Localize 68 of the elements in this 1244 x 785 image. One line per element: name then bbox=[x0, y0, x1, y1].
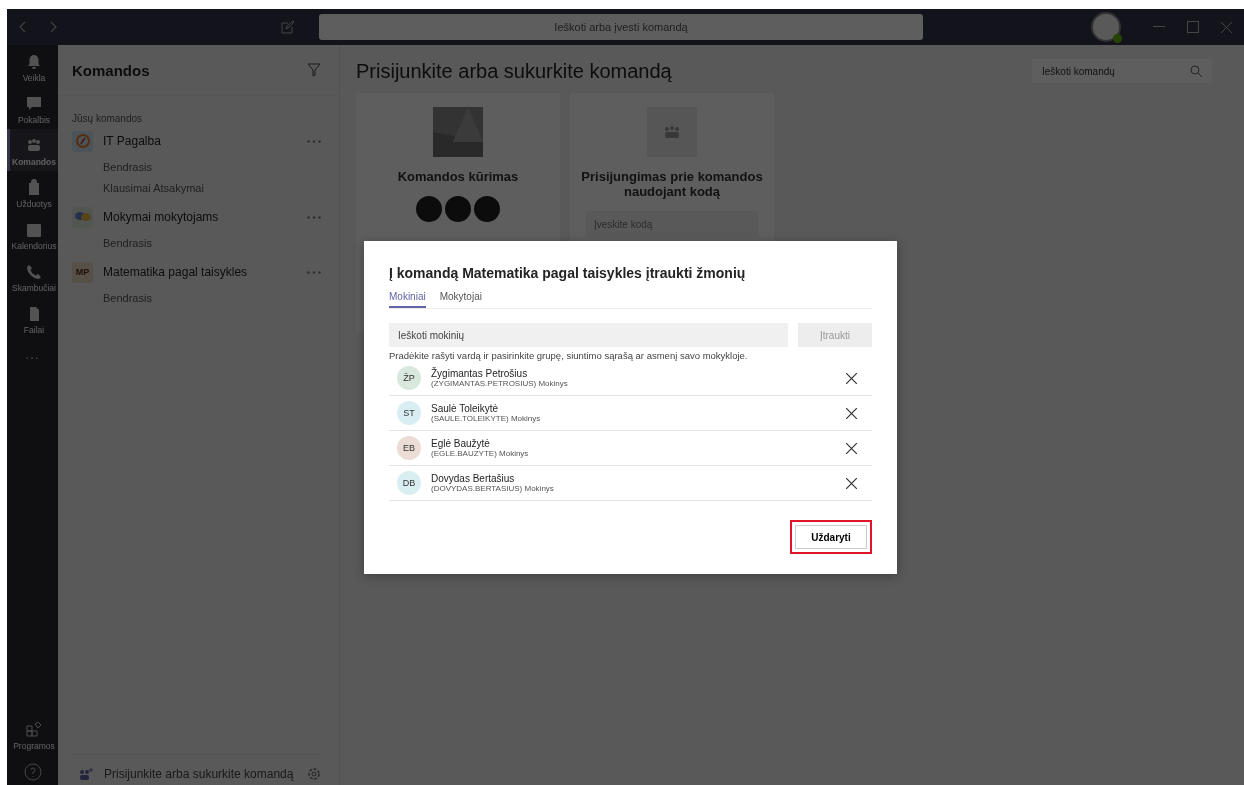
remove-icon[interactable] bbox=[846, 407, 857, 419]
person-name: Dovydas Bertašius bbox=[431, 473, 516, 484]
person-avatar: ST bbox=[397, 401, 421, 425]
teams-icon bbox=[647, 107, 697, 157]
tab[interactable]: Mokiniai bbox=[389, 291, 426, 308]
person-avatar: DB bbox=[397, 471, 421, 495]
maximize-icon[interactable] bbox=[1187, 21, 1199, 33]
compose-icon[interactable] bbox=[281, 20, 295, 34]
team-search-field[interactable]: Ieškoti komandų bbox=[1032, 59, 1212, 83]
chat-bubbles-icon bbox=[72, 206, 93, 228]
apps-icon bbox=[25, 721, 43, 739]
add-team-icon[interactable] bbox=[78, 768, 94, 780]
person-detail: (ZYGIMANTAS.PETROSIUS) Mokinys bbox=[431, 379, 569, 388]
remove-icon[interactable] bbox=[846, 372, 857, 384]
person-name: Saulė Toleikytė bbox=[431, 403, 500, 414]
more-options-icon[interactable] bbox=[307, 215, 321, 219]
person-name: Eglė Baužytė bbox=[431, 438, 491, 449]
person-avatar: EB bbox=[397, 436, 421, 460]
rail-item[interactable]: Komandos bbox=[7, 129, 58, 171]
help-icon[interactable] bbox=[23, 763, 42, 781]
back-icon[interactable] bbox=[19, 21, 27, 33]
phone-icon bbox=[25, 263, 43, 281]
page-title: Prisijunkite arba sukurkite komandą bbox=[356, 59, 672, 83]
forward-icon[interactable] bbox=[49, 21, 57, 33]
more-options-icon[interactable] bbox=[307, 139, 321, 143]
team-name[interactable]: Matematika pagal taisykles bbox=[103, 265, 297, 279]
rail-item[interactable]: Užduotys bbox=[7, 171, 58, 213]
search-icon[interactable] bbox=[1190, 65, 1202, 77]
rail-item[interactable]: Veikla bbox=[7, 45, 58, 87]
panel-title: Komandos bbox=[72, 61, 150, 79]
bell-icon bbox=[25, 53, 43, 71]
user-avatar[interactable] bbox=[1091, 12, 1121, 42]
close-icon[interactable] bbox=[1221, 21, 1232, 33]
remove-icon[interactable] bbox=[846, 477, 857, 489]
join-create-team-link[interactable]: Prisijunkite arba sukurkite komandą bbox=[104, 767, 297, 781]
person-name: Žygimantas Petrošius bbox=[431, 368, 529, 379]
minimize-icon[interactable] bbox=[1153, 26, 1165, 28]
team-name[interactable]: Mokymai mokytojams bbox=[103, 210, 297, 224]
chat-icon bbox=[25, 95, 43, 113]
team-initials: MP bbox=[72, 261, 93, 283]
channel-item[interactable]: Klausimai Atsakymai bbox=[72, 182, 321, 194]
settings-icon[interactable] bbox=[307, 767, 321, 781]
compass-icon bbox=[72, 130, 93, 152]
rail-item[interactable]: Failai bbox=[7, 297, 58, 339]
channel-item[interactable]: Bendrasis bbox=[72, 292, 321, 304]
tab[interactable]: Mokytojai bbox=[439, 291, 482, 308]
student-search-field[interactable]: Ieškoti mokinių bbox=[389, 323, 788, 347]
channel-item[interactable]: Bendrasis bbox=[72, 161, 321, 173]
filter-icon[interactable] bbox=[307, 63, 321, 77]
person-detail: (SAULE.TOLEIKYTE) Mokinys bbox=[431, 414, 542, 423]
card-title: Prisijungimas prie komandos naudojant kodą bbox=[580, 169, 764, 199]
person-avatar: ŽP bbox=[397, 366, 421, 390]
team-name[interactable]: IT Pagalba bbox=[103, 134, 297, 148]
remove-icon[interactable] bbox=[846, 442, 857, 454]
close-button[interactable]: Uždaryti bbox=[795, 525, 867, 549]
person-detail: (EGLE.BAUZYTE) Mokinys bbox=[431, 449, 530, 458]
calendar-icon bbox=[25, 221, 43, 239]
command-search-field[interactable]: Ieškoti arba įvesti komandą bbox=[319, 14, 923, 40]
more-apps-button[interactable]: ... bbox=[25, 347, 40, 362]
person-detail: (DOVYDAS.BERTASIUS) Mokinys bbox=[431, 484, 555, 493]
card-title: Komandos kūrimas bbox=[396, 169, 520, 184]
rail-item[interactable]: Skambučiai bbox=[7, 255, 58, 297]
channel-item[interactable]: Bendrasis bbox=[72, 237, 321, 249]
apps-button[interactable]: Programos bbox=[7, 713, 58, 755]
hint-text: Pradėkite rašyti vardą ir pasirinkite grupę, siuntimo sąrašą ar asmenį savo mokykloje. bbox=[389, 350, 749, 361]
rail-item[interactable]: Pokalbis bbox=[7, 87, 58, 129]
rail-item[interactable]: Kalendorius bbox=[7, 213, 58, 255]
more-options-icon[interactable] bbox=[307, 270, 321, 274]
